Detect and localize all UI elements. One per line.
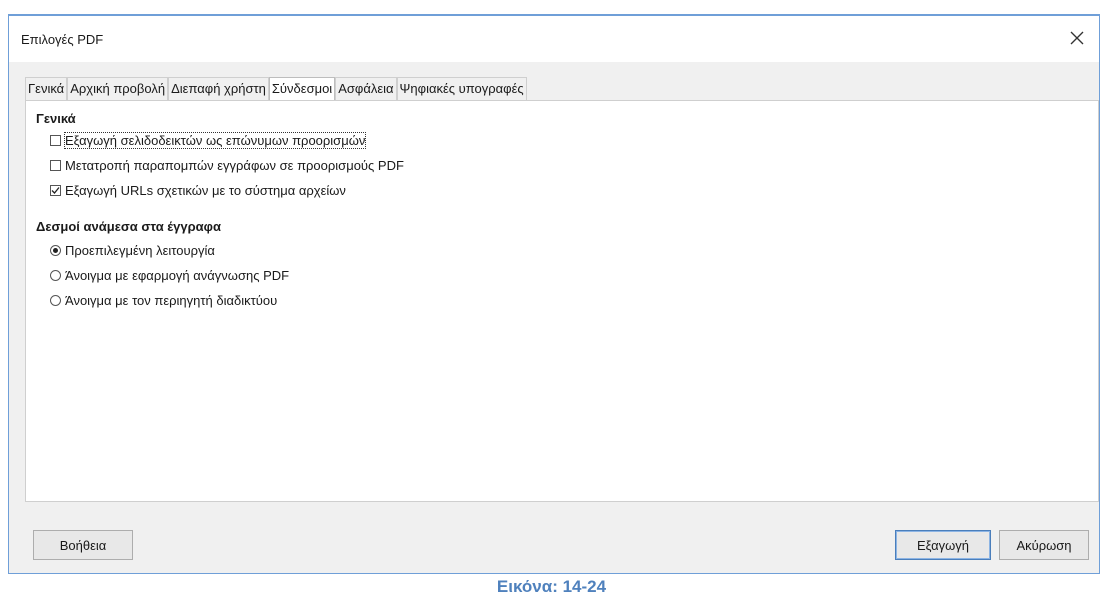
open-pdf-reader-label: Άνοιγμα με εφαρμογή ανάγνωσης PDF xyxy=(65,268,290,283)
title-bar: Επιλογές PDF xyxy=(9,16,1099,62)
open-pdf-reader-radio[interactable] xyxy=(50,270,61,281)
default-mode-radio[interactable] xyxy=(50,245,61,256)
window-title: Επιλογές PDF xyxy=(21,32,104,47)
export-urls-label: Εξαγωγή URLs σχετικών με το σύστημα αρχε… xyxy=(65,183,346,198)
close-icon xyxy=(1070,31,1084,45)
figure-caption: Εικόνα: 14-24 xyxy=(496,577,607,596)
convert-references-checkbox[interactable] xyxy=(50,160,61,171)
open-browser-radio[interactable] xyxy=(50,295,61,306)
default-mode-radio-row[interactable]: Προεπιλεγμένη λειτουργία xyxy=(50,243,215,258)
radio-selected-dot xyxy=(53,248,58,253)
convert-references-label: Μετατροπή παραπομπών εγγράφων σε προορισ… xyxy=(65,158,404,173)
tab-general[interactable]: Γενικά xyxy=(25,77,68,100)
open-pdf-reader-radio-row[interactable]: Άνοιγμα με εφαρμογή ανάγνωσης PDF xyxy=(50,268,289,283)
cross-doc-section-title: Δεσμοί ανάμεσα στα έγγραφα xyxy=(36,219,221,234)
links-panel: Γενικά Εξαγωγή σελιδοδεικτών ως επώνυμων… xyxy=(25,100,1099,502)
export-urls-checkbox[interactable] xyxy=(50,185,61,196)
pdf-options-dialog: Επιλογές PDF Γενικά Αρχική προβολή Διεπα… xyxy=(8,14,1100,574)
tab-digital-signatures[interactable]: Ψηφιακές υπογραφές xyxy=(396,77,527,100)
close-button[interactable] xyxy=(1063,24,1091,52)
general-section-title: Γενικά xyxy=(36,111,76,126)
tab-user-interface[interactable]: Διεπαφή χρήστη xyxy=(168,77,269,100)
open-browser-radio-row[interactable]: Άνοιγμα με τον περιηγητή διαδικτύου xyxy=(50,293,277,308)
help-button[interactable]: Βοήθεια xyxy=(33,530,133,560)
page: Επιλογές PDF Γενικά Αρχική προβολή Διεπα… xyxy=(0,0,1103,603)
checkmark-icon xyxy=(51,187,60,194)
default-mode-label: Προεπιλεγμένη λειτουργία xyxy=(65,243,215,258)
cancel-button[interactable]: Ακύρωση xyxy=(999,530,1089,560)
export-button[interactable]: Εξαγωγή xyxy=(895,530,991,560)
convert-references-checkbox-row[interactable]: Μετατροπή παραπομπών εγγράφων σε προορισ… xyxy=(50,158,404,173)
export-urls-checkbox-row[interactable]: Εξαγωγή URLs σχετικών με το σύστημα αρχε… xyxy=(50,183,346,198)
export-bookmarks-checkbox-row[interactable]: Εξαγωγή σελιδοδεικτών ως επώνυμων προορι… xyxy=(50,132,367,149)
tab-security[interactable]: Ασφάλεια xyxy=(335,77,397,100)
tab-initial-view[interactable]: Αρχική προβολή xyxy=(67,77,169,100)
tab-bar: Γενικά Αρχική προβολή Διεπαφή χρήστη Σύν… xyxy=(25,76,527,101)
export-bookmarks-checkbox[interactable] xyxy=(50,135,61,146)
open-browser-label: Άνοιγμα με τον περιηγητή διαδικτύου xyxy=(65,293,278,308)
tab-links[interactable]: Σύνδεσμοι xyxy=(268,77,336,101)
export-bookmarks-label: Εξαγωγή σελιδοδεικτών ως επώνυμων προορι… xyxy=(63,132,367,149)
